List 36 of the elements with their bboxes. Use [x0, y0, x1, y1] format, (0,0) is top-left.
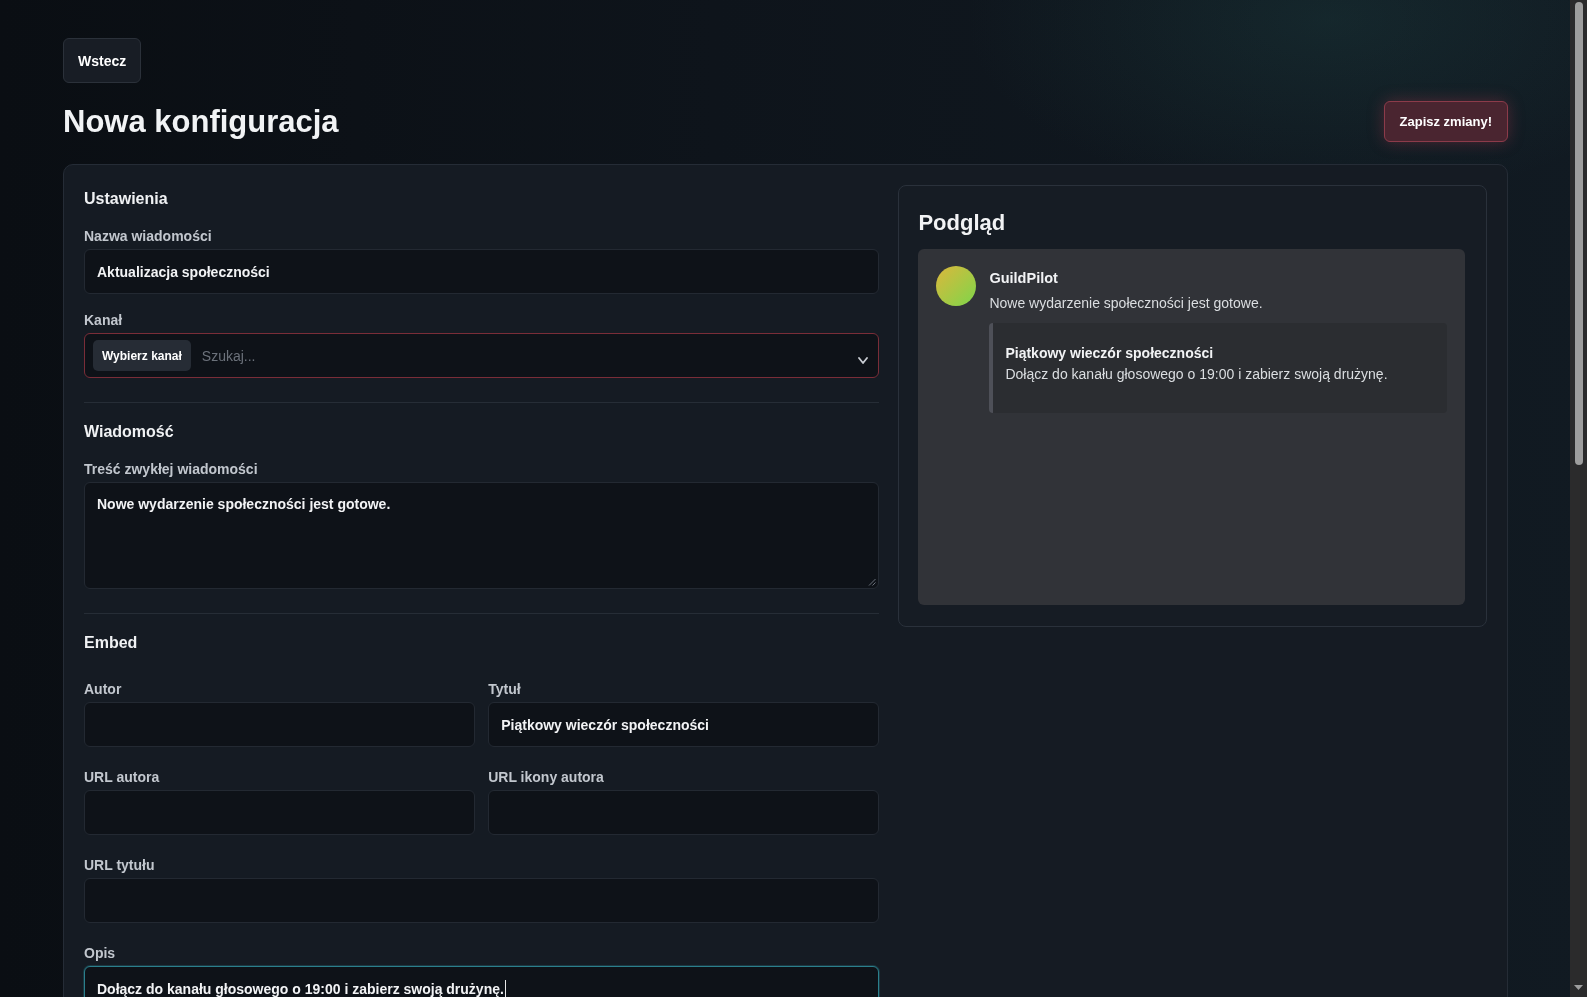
field-label: Tytuł [488, 681, 522, 698]
field-label: URL tytułu [84, 857, 156, 874]
input-field[interactable]: Piątkowy wieczór społeczności [488, 702, 880, 747]
chevron-down-icon [858, 357, 869, 364]
field-label: Nazwa wiadomości [84, 228, 213, 245]
input-field[interactable] [84, 790, 476, 835]
resize-handle-icon [868, 578, 877, 586]
preview-heading: Podgląd [918, 210, 1007, 236]
channel-select[interactable]: Wybierz kanał Szukaj... [84, 333, 880, 378]
save-button[interactable]: Zapisz zmiany! [1383, 101, 1508, 142]
field-label: Autor [84, 681, 123, 698]
input-field[interactable]: Aktualizacja społeczności [84, 249, 880, 294]
textarea-field[interactable]: Nowe wydarzenie społeczności jest gotowe. [84, 482, 880, 589]
scrollbar-thumb[interactable] [1574, 2, 1583, 465]
field-label: URL autora [84, 769, 161, 786]
page-title: Nowa konfiguracja [63, 102, 339, 141]
avatar-icon [936, 266, 977, 306]
input-field[interactable] [84, 702, 476, 747]
scroll-down-arrow-icon[interactable] [1574, 985, 1583, 990]
embed-description: Dołącz do kanału głosowego o 19:00 i zabierz swoją drużynę. [1005, 365, 1389, 384]
text-cursor-icon [504, 980, 506, 997]
choose-channel-button[interactable]: Wybierz kanał [93, 340, 191, 371]
input-field[interactable] [84, 878, 880, 923]
field-label: Treść zwykłej wiadomości [84, 461, 259, 478]
embed-title: Piątkowy wieczór społeczności [1005, 344, 1215, 363]
field-label: Kanał [84, 312, 124, 329]
message-text: Nowe wydarzenie społeczności jest gotowe. [989, 294, 1264, 313]
input-field[interactable]: Dołącz do kanału głosowego o 19:00 i zabierz swoją drużynę. [84, 966, 880, 997]
input-field[interactable] [488, 790, 880, 835]
field-label: Opis [84, 945, 117, 962]
back-button[interactable]: Wstecz [63, 38, 142, 83]
section-heading: Wiadomość [84, 422, 175, 442]
section-heading: Ustawienia [84, 189, 169, 209]
field-label: URL ikony autora [488, 769, 605, 786]
section-heading: Embed [84, 633, 139, 653]
bot-name: GuildPilot [989, 269, 1059, 288]
